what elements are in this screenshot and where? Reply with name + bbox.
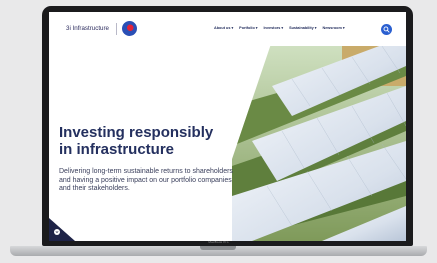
hero-solar-image: [232, 46, 406, 241]
nav-label: Portfolio: [239, 26, 255, 30]
nav-item-sustainability[interactable]: Sustainability ▾: [289, 26, 316, 30]
nav-item-investors[interactable]: Investors ▾: [263, 26, 283, 30]
nav-item-portfolio[interactable]: Portfolio ▾: [239, 26, 257, 30]
scroll-down-icon: [55, 231, 59, 234]
nav-item-newsroom[interactable]: Newsroom ▾: [322, 26, 344, 30]
chevron-down-icon: ▾: [231, 26, 234, 30]
nav-label: Sustainability: [289, 26, 314, 30]
corner-triangle: [49, 218, 75, 241]
logo-divider: [116, 23, 117, 35]
nav-label: About us: [214, 26, 231, 30]
device-label: MacBook Pro: [208, 240, 229, 244]
chevron-down-icon: ▾: [281, 26, 284, 30]
nav-label: Investors: [263, 26, 281, 30]
logo-text[interactable]: 3i Infrastructure: [66, 25, 109, 32]
chevron-down-icon: ▾: [342, 26, 345, 30]
website-screen: 3i Infrastructure About us ▾ Portfolio ▾…: [49, 12, 406, 241]
chevron-down-icon: ▾: [255, 26, 258, 30]
logo-badge-icon[interactable]: [122, 21, 137, 36]
search-icon: [383, 26, 390, 33]
headline-line-1: Investing responsibly: [59, 124, 214, 141]
search-button[interactable]: [381, 24, 392, 35]
scroll-down-button[interactable]: [54, 229, 60, 235]
nav-label: Newsroom: [322, 26, 342, 30]
hero-headline: Investing responsibly in infrastructure: [59, 124, 239, 158]
laptop-notch: [200, 246, 236, 250]
hero-subtext: Delivering long-term sustainable returns…: [59, 168, 233, 193]
nav-item-about[interactable]: About us ▾: [214, 26, 233, 30]
main-nav: About us ▾ Portfolio ▾ Investors ▾ Susta…: [214, 26, 345, 30]
chevron-down-icon: ▾: [314, 26, 317, 30]
site-header: 3i Infrastructure About us ▾ Portfolio ▾…: [49, 12, 406, 46]
headline-line-2: in infrastructure: [59, 140, 175, 158]
laptop-mockup: 3i Infrastructure About us ▾ Portfolio ▾…: [0, 0, 437, 263]
